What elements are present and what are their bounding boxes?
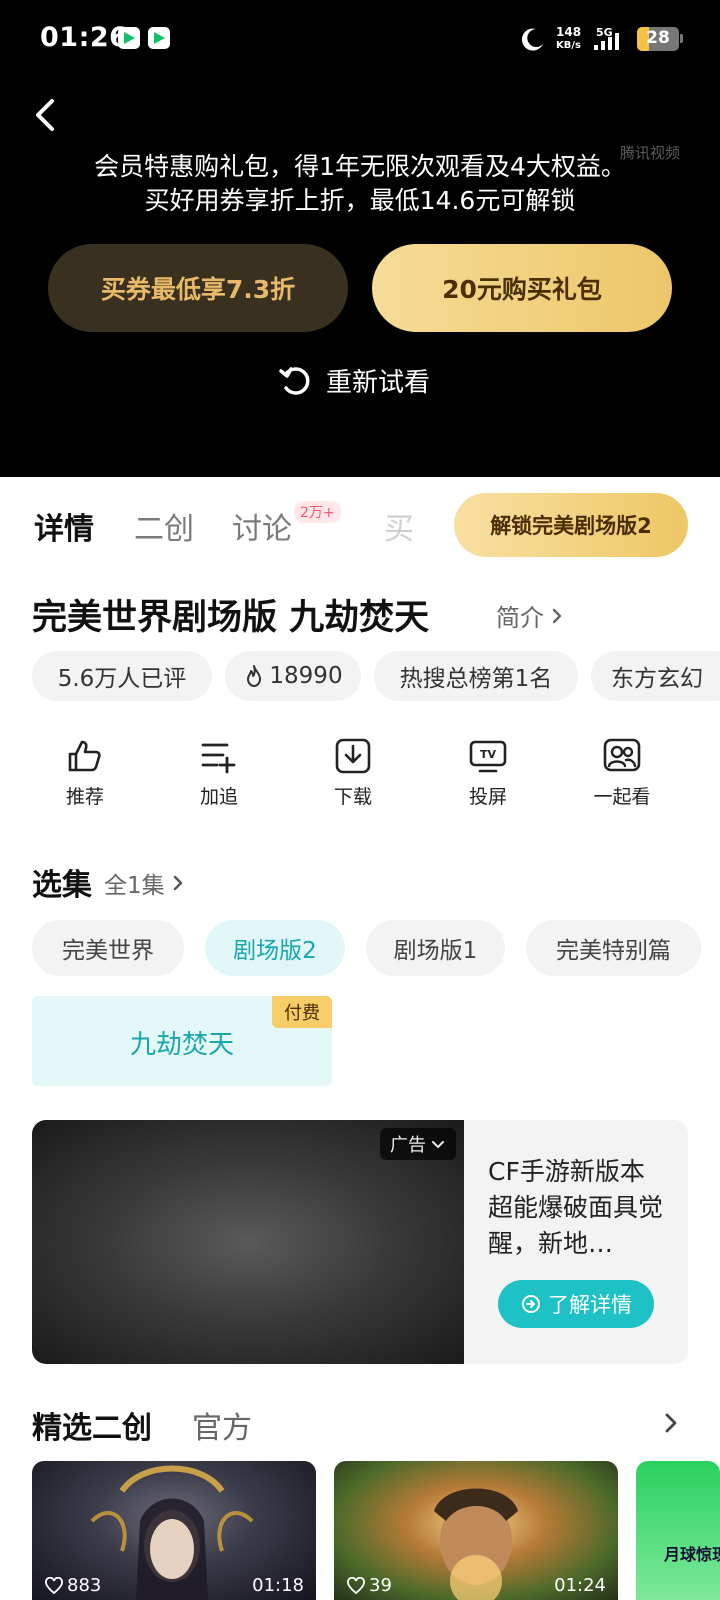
hot-search-chip[interactable]: 热搜总榜第1名 — [374, 651, 578, 701]
back-icon[interactable] — [30, 95, 64, 135]
tab-details[interactable]: 详情 — [34, 504, 94, 548]
featured-video-thumb[interactable]: 月球惊现宇 — [636, 1461, 720, 1600]
recommend-button[interactable]: 推荐 — [35, 736, 135, 809]
learn-more-button[interactable]: 了解详情 — [498, 1280, 654, 1328]
season-tab-active[interactable]: 剧场版2 — [205, 920, 345, 976]
do-not-disturb-icon — [521, 28, 543, 51]
intro-link[interactable]: 简介 — [496, 598, 566, 633]
app-notification-icon — [118, 27, 140, 49]
download-button[interactable]: 下载 — [303, 736, 403, 809]
replay-icon — [279, 367, 310, 395]
likes-count: 883 — [44, 1575, 101, 1596]
tag-chips: 5.6万人已评 18990 热搜总榜第1名 东方玄幻 — [32, 651, 720, 701]
tv-cast-icon: TV — [469, 740, 507, 773]
follow-button[interactable]: 加追 — [169, 736, 269, 809]
status-bar: 01:26 148 KB/s 5G 28 — [0, 0, 720, 80]
thumbnail-caption: 月球惊现宇 — [664, 1545, 720, 1564]
network-speed: 148 KB/s — [556, 25, 582, 51]
episode-card[interactable]: 九劫焚天 付费 — [32, 996, 332, 1086]
watch-together-icon — [603, 738, 641, 772]
retry-preview-button[interactable]: 重新试看 — [278, 360, 430, 400]
featured-video-thumb[interactable]: 883 01:18 — [32, 1461, 316, 1600]
buy-package-button[interactable]: 20元购买礼包 — [372, 244, 672, 332]
tab-discussion[interactable]: 讨论 — [232, 504, 292, 548]
episodes-title: 选集 — [32, 868, 92, 903]
watch-together-button[interactable]: 一起看 — [572, 736, 672, 809]
show-title: 完美世界剧场版 九劫焚天 — [32, 598, 430, 638]
season-tab[interactable]: 完美世界 — [32, 920, 184, 976]
tab-buy[interactable]: 买 — [384, 504, 414, 548]
paid-badge: 付费 — [272, 996, 332, 1028]
genre-chip[interactable]: 东方玄幻 — [591, 651, 720, 701]
season-tab[interactable]: 剧场版1 — [366, 920, 505, 976]
season-tab[interactable]: 完美特别篇 — [526, 920, 701, 976]
chevron-right-icon[interactable] — [660, 1410, 682, 1436]
svg-text:TV: TV — [480, 748, 497, 761]
arrow-circle-icon — [522, 1295, 540, 1313]
chevron-right-icon — [552, 608, 562, 623]
episode-name: 九劫焚天 — [129, 1030, 234, 1060]
flame-icon — [247, 665, 262, 687]
tab-bar: 详情 二创 讨论 2万+ 买 解锁完美剧场版2 — [0, 477, 720, 577]
add-to-list-icon — [201, 743, 236, 774]
discussion-count-badge: 2万+ — [294, 501, 341, 523]
promo-text: 会员特惠购礼包，得1年无限次观看及4大权益。 — [94, 152, 626, 181]
heart-icon — [45, 1576, 63, 1594]
all-episodes-link[interactable]: 全1集 — [104, 866, 187, 900]
featured-video-thumb[interactable]: 39 01:24 — [334, 1461, 618, 1600]
ad-label[interactable]: 广告 — [380, 1128, 456, 1160]
official-tab[interactable]: 官方 — [192, 1403, 252, 1447]
retry-label: 重新试看 — [326, 367, 431, 398]
signal-icon — [594, 33, 619, 50]
video-player[interactable]: 01:26 148 KB/s 5G 28 腾讯视频 会员特惠购礼包，得1年无限次… — [0, 0, 720, 477]
ad-text: CF手游新版本超能爆破面具觉醒，新地… — [488, 1157, 664, 1258]
buy-coupon-button[interactable]: 买券最低享7.3折 — [48, 244, 348, 332]
unlock-button[interactable]: 解锁完美剧场版2 — [454, 493, 688, 557]
app-notification-icon — [148, 27, 170, 49]
battery-icon: 28 — [637, 27, 679, 51]
heat-chip[interactable]: 18990 — [225, 651, 361, 701]
rating-chip[interactable]: 5.6万人已评 — [32, 651, 212, 701]
status-time: 01:26 — [40, 22, 129, 53]
video-duration: 01:24 — [554, 1575, 606, 1596]
chevron-right-icon — [173, 875, 182, 891]
tab-creations[interactable]: 二创 — [134, 504, 194, 548]
chevron-down-icon — [432, 1141, 444, 1148]
featured-title[interactable]: 精选二创 — [32, 1403, 152, 1447]
download-icon — [335, 738, 371, 774]
video-duration: 01:18 — [252, 1575, 304, 1596]
ad-card[interactable]: 广告 CF手游新版本超能爆破面具觉醒，新地… 了解详情 — [32, 1120, 688, 1364]
cast-button[interactable]: TV 投屏 — [438, 736, 538, 809]
promo-text-2: 买好用券享折上折，最低14.6元可解锁 — [144, 186, 576, 215]
heart-icon — [347, 1576, 365, 1594]
likes-count: 39 — [346, 1575, 392, 1596]
thumbs-up-icon — [68, 740, 101, 772]
